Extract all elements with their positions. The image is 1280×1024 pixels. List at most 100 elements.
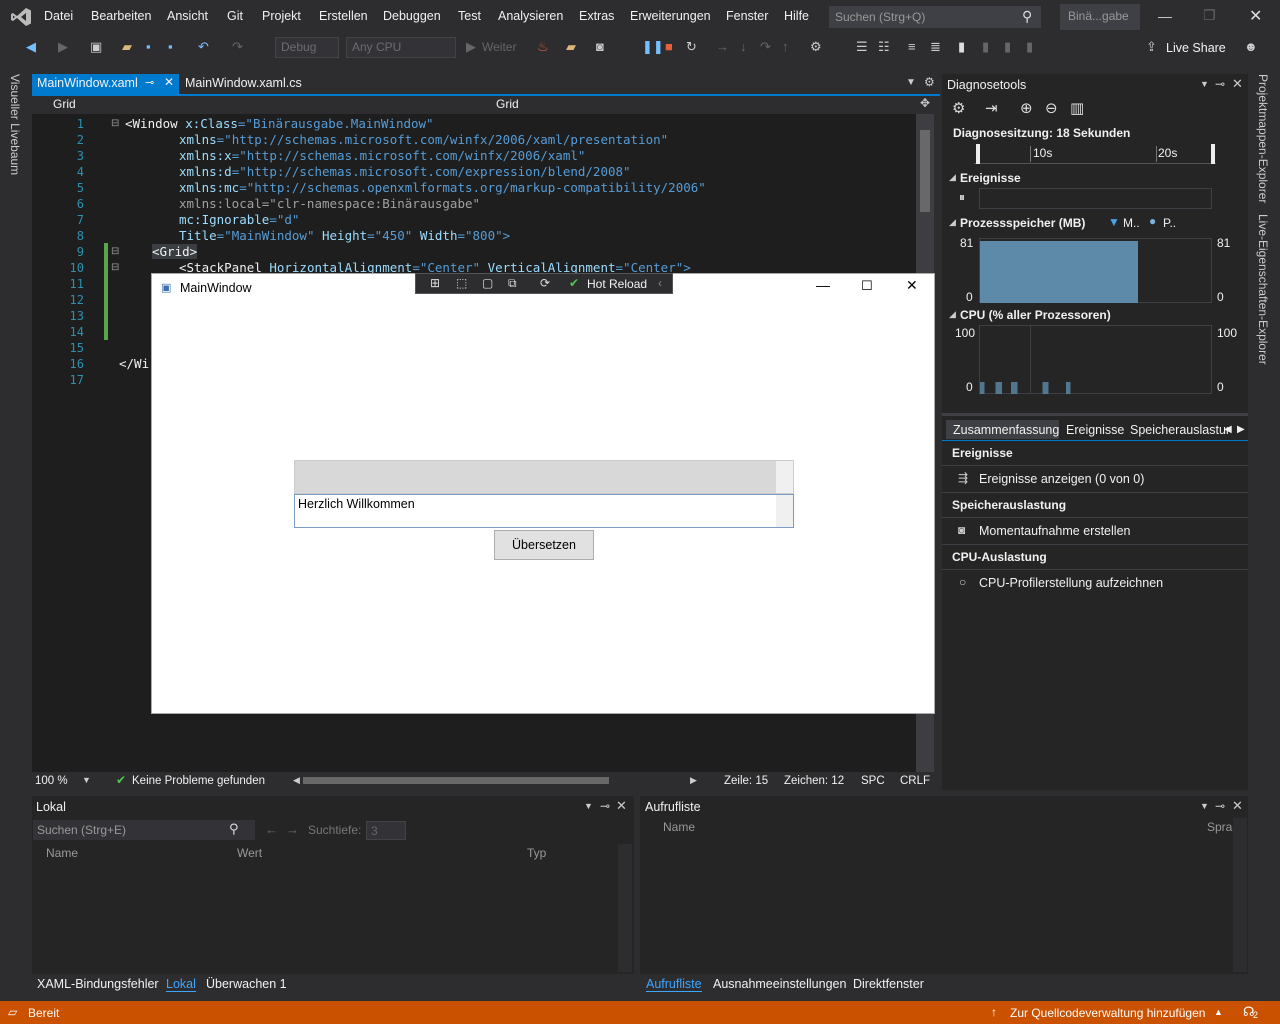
collapse-icon[interactable]: ◢ (949, 172, 956, 183)
uncomment-icon[interactable]: ≣ (930, 39, 941, 55)
forward-icon[interactable]: ▶ (58, 39, 68, 55)
pause-icon[interactable]: ❚❚ (642, 39, 664, 55)
wpf-close-icon[interactable]: ✕ (906, 277, 918, 294)
bookmark-clear-icon[interactable]: ▮ (1026, 39, 1033, 55)
input-textbox[interactable]: Herzlich Willkommen (294, 494, 794, 528)
restore-icon[interactable]: ❐ (1203, 7, 1216, 24)
tab-immediate-window[interactable]: Direktfenster (853, 977, 924, 991)
zoom-out-icon[interactable]: ⊖ (1045, 99, 1058, 117)
undo-icon[interactable]: ↶ (198, 39, 209, 55)
panel-dropdown-icon[interactable]: ▼ (1200, 79, 1209, 89)
menu-fenster[interactable]: Fenster (726, 9, 768, 23)
wpf-maximize-icon[interactable]: ☐ (861, 278, 873, 294)
tab-events[interactable]: Ereignisse (1066, 423, 1124, 437)
collapse-icon[interactable]: ◢ (949, 309, 956, 320)
tab-settings-icon[interactable]: ⚙ (924, 75, 935, 89)
pin-icon[interactable]: ⊸ (600, 799, 610, 813)
col-name[interactable]: Name (663, 820, 695, 834)
output-textbox[interactable] (294, 460, 794, 494)
tab-mainwindow-xaml-cs[interactable]: MainWindow.xaml.cs (180, 74, 310, 94)
save-icon[interactable]: ▪ (146, 39, 151, 54)
spc-indicator[interactable]: SPC (861, 775, 885, 787)
tabs-next-icon[interactable]: ▶ (1237, 424, 1245, 435)
collapse-toolbar-icon[interactable]: ‹ (658, 276, 662, 290)
textbox-scrollbar[interactable] (776, 461, 793, 493)
fold-icon[interactable]: ⊟ (111, 246, 119, 257)
panel-close-icon[interactable]: ✕ (1232, 798, 1243, 814)
menu-bearbeiten[interactable]: Bearbeiten (91, 9, 151, 23)
live-visual-tree-tab[interactable]: Visueller Livebaum (8, 74, 22, 175)
col-name[interactable]: Name (46, 846, 78, 860)
menu-projekt[interactable]: Projekt (262, 9, 301, 23)
locals-scrollbar[interactable] (618, 844, 632, 972)
step-out-icon[interactable]: ↑ (782, 39, 789, 54)
memory-chart[interactable] (979, 238, 1212, 303)
pause-events-icon[interactable]: ⏸ (959, 190, 965, 205)
toolbar-icon-b[interactable]: ☷ (878, 39, 890, 55)
feedback-icon[interactable]: ☻ (1244, 39, 1258, 54)
tab-summary[interactable]: Zusammenfassung (953, 423, 1059, 437)
redo-icon[interactable]: ↷ (232, 39, 243, 55)
hot-reload-label[interactable]: Hot Reload (587, 277, 647, 291)
search-input[interactable]: Suchen (Strg+Q) (829, 6, 1041, 28)
nav-left-select[interactable]: Grid (36, 97, 472, 113)
tab-exception-settings[interactable]: Ausnahmeeinstellungen (713, 977, 846, 991)
textbox-scrollbar[interactable] (776, 495, 793, 527)
record-cpu-profile-link[interactable]: CPU-Profilerstellung aufzeichnen (979, 576, 1163, 590)
track-focus-icon[interactable]: ▢ (482, 276, 493, 290)
live-share-icon[interactable]: ⇪ (1146, 39, 1157, 55)
zoom-in-icon[interactable]: ⊕ (1020, 99, 1033, 117)
search-forward-icon[interactable]: → (286, 822, 299, 837)
tab-watch-1[interactable]: Überwachen 1 (206, 977, 287, 991)
continue-button[interactable]: Weiter (482, 40, 516, 54)
menu-ansicht[interactable]: Ansicht (167, 9, 208, 23)
settings-gear-icon[interactable]: ⚙ (952, 99, 965, 117)
menu-git[interactable]: Git (227, 9, 243, 23)
back-icon[interactable]: ◀ (26, 39, 36, 55)
caret-up-icon[interactable]: ▲ (1214, 1007, 1223, 1017)
editor-vscroll-thumb[interactable] (920, 130, 930, 212)
menu-erweiterungen[interactable]: Erweiterungen (630, 9, 711, 23)
problems-status[interactable]: Keine Probleme gefunden (132, 775, 265, 787)
search-icon[interactable]: ⚲ (1022, 8, 1032, 25)
split-icon[interactable]: ✥ (920, 96, 930, 110)
timeline-end-handle[interactable] (1211, 144, 1215, 164)
tab-close-icon[interactable]: ✕ (164, 75, 174, 89)
menu-extras[interactable]: Extras (579, 9, 614, 23)
nav-right-select[interactable]: Grid (480, 97, 916, 113)
step-icon[interactable]: → (716, 39, 729, 54)
show-events-link[interactable]: Ereignisse anzeigen (0 von 0) (979, 472, 1144, 486)
diagnostics-splitter[interactable] (942, 413, 1248, 416)
col-value[interactable]: Wert (237, 846, 262, 860)
toolbar-icon-a[interactable]: ☰ (856, 39, 868, 55)
step-over-icon[interactable]: ↷ (760, 39, 771, 55)
tab-locals[interactable]: Lokal (166, 977, 196, 992)
pin-icon[interactable]: ⊸ (1215, 799, 1225, 813)
hscroll-left-icon[interactable]: ◀ (293, 775, 300, 786)
export-icon[interactable]: ⇥ (985, 99, 998, 117)
tab-callstack[interactable]: Aufrufliste (646, 977, 702, 992)
new-project-icon[interactable]: ▣ (90, 39, 102, 55)
menu-datei[interactable]: Datei (44, 9, 73, 23)
select-element-icon[interactable]: ⊞ (430, 276, 440, 290)
fold-icon[interactable]: ⊟ (111, 262, 119, 273)
collapse-icon[interactable]: ◢ (949, 217, 956, 228)
tab-mainwindow-xaml[interactable]: MainWindow.xaml ⊸ ✕ (32, 74, 179, 94)
bookmark-next-icon[interactable]: ▮ (1004, 39, 1011, 55)
wpf-minimize-icon[interactable]: — (816, 277, 830, 293)
menu-erstellen[interactable]: Erstellen (319, 9, 368, 23)
diagnostics-icon[interactable]: ⚙ (810, 39, 822, 55)
timeline-ruler[interactable] (974, 144, 1216, 164)
save-all-icon[interactable]: ▪ (168, 39, 173, 54)
tab-list-icon[interactable]: ▼ (906, 77, 916, 88)
menu-debuggen[interactable]: Debuggen (383, 9, 441, 23)
events-track[interactable] (979, 188, 1212, 209)
hscroll-right-icon[interactable]: ▶ (690, 775, 697, 786)
pin-icon[interactable]: ⊸ (145, 76, 154, 89)
tabs-prev-icon[interactable]: ◀ (1224, 424, 1232, 435)
menu-analysieren[interactable]: Analysieren (498, 9, 563, 23)
solution-name[interactable]: Binä...gabe (1060, 4, 1140, 30)
panel-close-icon[interactable]: ✕ (1232, 76, 1243, 92)
col-language[interactable]: Spra (1207, 820, 1232, 834)
col-type[interactable]: Typ (527, 846, 546, 860)
